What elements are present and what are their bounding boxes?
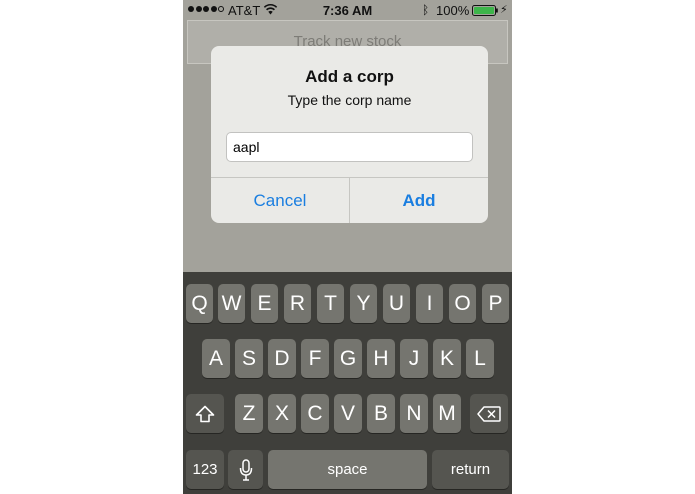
shift-icon xyxy=(195,405,215,422)
add-corp-alert: Add a corp Type the corp name Cancel Add xyxy=(211,46,488,223)
keyboard: Q W E R T Y U I O P A S D F G H J K L Z … xyxy=(183,272,512,494)
phone-screen: AT&T 7:36 AM ᛒ 100% ⚡ Track new stock Ad… xyxy=(183,0,512,494)
delete-icon xyxy=(477,405,501,422)
alert-title: Add a corp xyxy=(305,67,394,86)
cancel-button[interactable]: Cancel xyxy=(211,178,349,223)
key-s[interactable]: S xyxy=(235,339,263,378)
microphone-icon xyxy=(239,458,252,481)
delete-key[interactable] xyxy=(470,394,508,433)
bluetooth-icon: ᛒ xyxy=(422,3,430,17)
key-g[interactable]: G xyxy=(334,339,362,378)
key-k[interactable]: K xyxy=(433,339,461,378)
add-button[interactable]: Add xyxy=(350,178,488,223)
key-c[interactable]: C xyxy=(301,394,329,433)
key-b[interactable]: B xyxy=(367,394,395,433)
key-o[interactable]: O xyxy=(449,284,476,323)
key-n[interactable]: N xyxy=(400,394,428,433)
key-q[interactable]: Q xyxy=(186,284,213,323)
key-h[interactable]: H xyxy=(367,339,395,378)
key-l[interactable]: L xyxy=(466,339,494,378)
shift-key[interactable] xyxy=(186,394,224,433)
key-v[interactable]: V xyxy=(334,394,362,433)
numbers-key[interactable]: 123 xyxy=(186,450,224,489)
key-t[interactable]: T xyxy=(317,284,344,323)
return-key[interactable]: return xyxy=(432,450,509,489)
key-f[interactable]: F xyxy=(301,339,329,378)
key-i[interactable]: I xyxy=(416,284,443,323)
key-m[interactable]: M xyxy=(433,394,461,433)
key-a[interactable]: A xyxy=(202,339,230,378)
key-u[interactable]: U xyxy=(383,284,410,323)
status-bar: AT&T 7:36 AM ᛒ 100% ⚡ xyxy=(183,0,512,20)
charging-bolt-icon: ⚡ xyxy=(500,4,508,16)
key-x[interactable]: X xyxy=(268,394,296,433)
key-r[interactable]: R xyxy=(284,284,311,323)
key-p[interactable]: P xyxy=(482,284,509,323)
key-d[interactable]: D xyxy=(268,339,296,378)
key-e[interactable]: E xyxy=(251,284,278,323)
key-j[interactable]: J xyxy=(400,339,428,378)
key-w[interactable]: W xyxy=(218,284,245,323)
key-y[interactable]: Y xyxy=(350,284,377,323)
battery-percentage: 100% xyxy=(436,3,470,18)
corp-name-input[interactable] xyxy=(226,132,473,162)
space-key[interactable]: space xyxy=(268,450,427,489)
battery-icon xyxy=(472,5,498,16)
key-z[interactable]: Z xyxy=(235,394,263,433)
dictation-key[interactable] xyxy=(228,450,263,489)
alert-message: Type the corp name xyxy=(287,92,412,108)
